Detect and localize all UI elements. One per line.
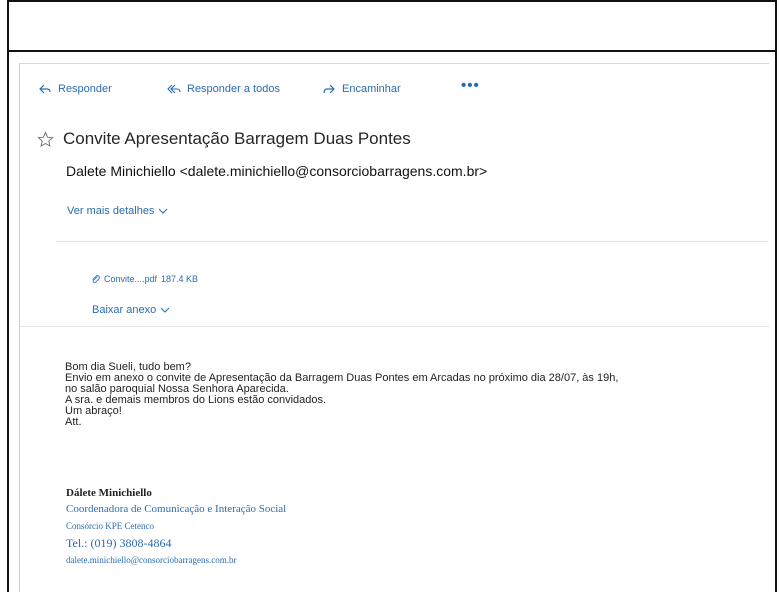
reply-all-icon — [167, 84, 181, 94]
reply-all-label: Responder a todos — [187, 83, 280, 95]
forward-label: Encaminhar — [342, 83, 401, 95]
forward-button[interactable]: Encaminhar — [322, 82, 401, 96]
body-line: Um abraço! — [65, 405, 122, 417]
reply-all-button[interactable]: Responder a todos — [167, 82, 280, 96]
paperclip-icon — [92, 275, 100, 284]
body-line: Att. — [65, 416, 82, 428]
signature-name: Dálete Minichiello — [66, 487, 152, 499]
star-icon[interactable] — [37, 130, 54, 148]
message-body: Bom dia Sueli, tudo bem? Envio em anexo … — [65, 362, 618, 428]
signature-email-link[interactable]: dalete.minichiello@consorciobarragens.co… — [66, 552, 286, 569]
more-actions-button[interactable]: ••• — [461, 77, 480, 94]
reply-icon — [39, 84, 51, 94]
chevron-down-icon — [159, 208, 168, 214]
attachment-divider — [20, 326, 769, 327]
more-details-link[interactable]: Ver mais detalhes — [67, 205, 168, 217]
message-subject: Convite Apresentação Barragem Duas Ponte… — [63, 129, 411, 148]
more-details-label: Ver mais detalhes — [67, 205, 155, 217]
subject-row: Convite Apresentação Barragem Duas Ponte… — [37, 129, 411, 149]
more-icon: ••• — [461, 77, 480, 94]
signature-company: Consórcio KPE Cetenco — [66, 521, 154, 531]
sender-line: Dalete Minichiello <dalete.minichiello@c… — [66, 163, 488, 179]
attachment-size: 187.4 KB — [161, 274, 199, 284]
attachment-name: Convite....pdf — [104, 274, 158, 284]
email-signature: Dálete Minichiello Coordenadora de Comun… — [66, 485, 286, 569]
reply-button[interactable]: Responder — [38, 82, 112, 96]
reply-label: Responder — [58, 83, 112, 95]
signature-role: Coordenadora de Comunicação e Interação … — [66, 503, 287, 515]
download-label: Baixar anexo — [92, 304, 157, 316]
body-line: A sra. e demais membros do Lions estão c… — [65, 394, 327, 406]
attachment-item[interactable]: Convite....pdf 187.4 KB — [91, 274, 198, 284]
signature-phone: Tel.: (019) 3808-4864 — [66, 536, 172, 550]
forward-icon — [323, 84, 335, 94]
download-attachment-link[interactable]: Baixar anexo — [92, 304, 170, 316]
chevron-down-icon — [160, 307, 170, 313]
header-divider — [56, 241, 768, 242]
